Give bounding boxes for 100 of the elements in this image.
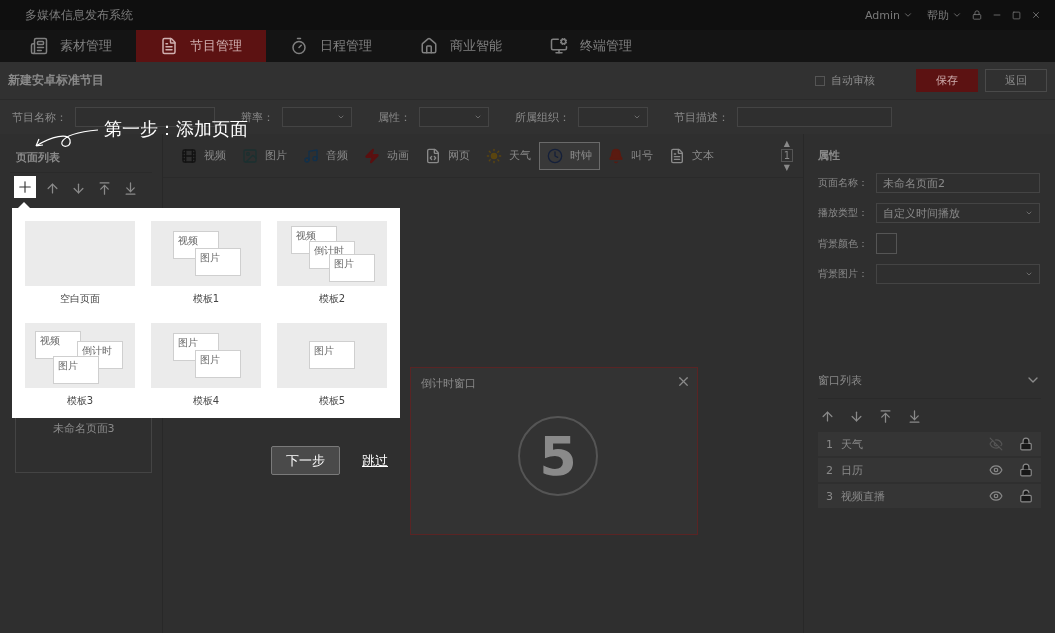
clock-icon bbox=[547, 147, 563, 164]
window-list-item[interactable]: 3 视频直播 bbox=[818, 484, 1041, 508]
countdown-number: 5 bbox=[518, 416, 598, 496]
item-name: 天气 bbox=[841, 436, 864, 452]
template-label: 模板2 bbox=[318, 292, 346, 306]
up-caret[interactable]: ▲ bbox=[783, 139, 790, 148]
item-number: 2 bbox=[826, 463, 833, 477]
window-list-item[interactable]: 2 日历 bbox=[818, 458, 1041, 482]
eye-icon[interactable] bbox=[989, 463, 1003, 477]
media-tool[interactable]: 文本 bbox=[661, 141, 722, 170]
bell-icon bbox=[608, 147, 624, 164]
media-tool[interactable]: 网页 bbox=[417, 141, 478, 170]
item-name: 日历 bbox=[841, 462, 864, 478]
media-tool[interactable]: 叫号 bbox=[600, 141, 661, 170]
save-button[interactable]: 保存 bbox=[916, 69, 978, 92]
lock-icon[interactable] bbox=[1019, 437, 1033, 451]
media-tool[interactable]: 音频 bbox=[295, 141, 356, 170]
panel-title: 页面列表 bbox=[15, 150, 61, 166]
nav-tab[interactable]: 日程管理 bbox=[266, 30, 396, 62]
panel-title: 窗口列表 bbox=[818, 372, 862, 388]
template-label: 空白页面 bbox=[60, 292, 100, 306]
media-tool[interactable]: 图片 bbox=[234, 141, 295, 170]
select-field[interactable] bbox=[578, 107, 648, 127]
skip-link[interactable]: 跳过 bbox=[362, 452, 388, 470]
field-label: 播放类型： bbox=[818, 206, 869, 220]
window-list-item[interactable]: 1 天气 bbox=[818, 432, 1041, 456]
window-title: 倒计时窗口 bbox=[421, 376, 476, 391]
select-field[interactable]: 自定义时间播放 bbox=[876, 203, 1040, 223]
checkbox[interactable] bbox=[815, 75, 825, 86]
down-caret[interactable]: ▼ bbox=[783, 163, 790, 172]
nav-tab[interactable]: 节目管理 bbox=[136, 30, 266, 62]
field-label: 节目名称： bbox=[12, 109, 67, 125]
template-thumbnail[interactable]: 图片 图片 bbox=[151, 322, 261, 388]
panel-title: 属性 bbox=[818, 148, 841, 163]
template-region: 图片 bbox=[195, 248, 241, 276]
item-number: 3 bbox=[826, 489, 833, 503]
caret-icon bbox=[474, 113, 482, 121]
select-field[interactable] bbox=[282, 107, 352, 127]
music-icon bbox=[303, 147, 319, 164]
caret-icon bbox=[633, 113, 641, 121]
media-tool[interactable]: 时钟 bbox=[539, 141, 600, 170]
user-menu[interactable]: Admin bbox=[864, 8, 913, 22]
item-name: 视频直播 bbox=[841, 488, 886, 504]
timer-icon bbox=[290, 37, 308, 55]
nav-tab[interactable]: 素材管理 bbox=[6, 30, 136, 62]
template-region: 图片 bbox=[309, 340, 355, 369]
color-swatch[interactable] bbox=[876, 233, 897, 254]
code-file-icon bbox=[425, 147, 441, 164]
nav-tab[interactable]: 商业智能 bbox=[396, 30, 526, 62]
add-page-button[interactable] bbox=[14, 176, 36, 198]
select-field[interactable] bbox=[876, 264, 1040, 284]
house-icon bbox=[420, 37, 438, 55]
lock-icon[interactable] bbox=[972, 10, 982, 20]
template-region: 图片 bbox=[53, 355, 99, 384]
field-label: 背景图片： bbox=[818, 267, 869, 281]
input-field[interactable]: 未命名页面2 bbox=[876, 173, 1040, 193]
item-number: 1 bbox=[826, 437, 833, 451]
field-label: 所属组织： bbox=[515, 109, 570, 125]
template-label: 模板1 bbox=[192, 292, 220, 306]
media-tool[interactable]: 视频 bbox=[173, 141, 234, 170]
document-icon bbox=[160, 37, 178, 55]
close-icon[interactable] bbox=[1031, 10, 1041, 20]
move-bottom-icon[interactable] bbox=[123, 180, 138, 196]
move-top-icon[interactable] bbox=[97, 180, 112, 196]
arrow-down-icon[interactable] bbox=[849, 409, 864, 424]
template-label: 模板5 bbox=[318, 393, 346, 408]
field-label: 背景颜色： bbox=[818, 236, 869, 251]
close-icon[interactable] bbox=[676, 374, 691, 389]
move-bottom-icon[interactable] bbox=[907, 409, 922, 424]
arrow-down-icon[interactable] bbox=[71, 180, 86, 196]
maximize-icon[interactable] bbox=[1012, 10, 1021, 20]
caret-icon bbox=[952, 10, 962, 20]
back-button[interactable]: 返回 bbox=[985, 69, 1047, 92]
media-tool[interactable]: 天气 bbox=[478, 141, 539, 170]
lock-icon[interactable] bbox=[1019, 463, 1033, 477]
next-step-button[interactable]: 下一步 bbox=[271, 446, 340, 475]
countdown-window[interactable]: 倒计时窗口 5 bbox=[410, 367, 698, 535]
template-region: 图片 bbox=[329, 254, 375, 282]
lightning-icon bbox=[364, 147, 380, 164]
template-thumbnail[interactable]: 视频 倒计时 图片 bbox=[25, 322, 135, 388]
template-thumbnail[interactable]: 视频 图片 bbox=[151, 221, 261, 286]
template-label: 模板4 bbox=[192, 393, 220, 408]
page-counter: 1 bbox=[780, 149, 793, 162]
field-label: 节目描述： bbox=[674, 109, 729, 125]
template-region: 图片 bbox=[195, 349, 241, 378]
help-menu[interactable]: 帮助 bbox=[927, 7, 962, 23]
eye-icon[interactable] bbox=[989, 489, 1003, 503]
caret-icon bbox=[1025, 209, 1033, 217]
template-thumbnail[interactable]: 图片 bbox=[277, 322, 387, 388]
unlock-icon[interactable] bbox=[1019, 489, 1033, 503]
select-field[interactable] bbox=[419, 107, 489, 127]
template-region: 视频 bbox=[35, 330, 81, 359]
newspaper-icon bbox=[30, 37, 48, 55]
sun-icon bbox=[486, 147, 502, 164]
nav-tab[interactable]: 终端管理 bbox=[526, 30, 656, 62]
checkbox-label: 自动审核 bbox=[831, 73, 875, 88]
film-icon bbox=[181, 147, 197, 164]
plus-icon bbox=[16, 178, 34, 196]
media-tool[interactable]: 动画 bbox=[356, 141, 417, 170]
move-top-icon[interactable] bbox=[878, 409, 893, 424]
